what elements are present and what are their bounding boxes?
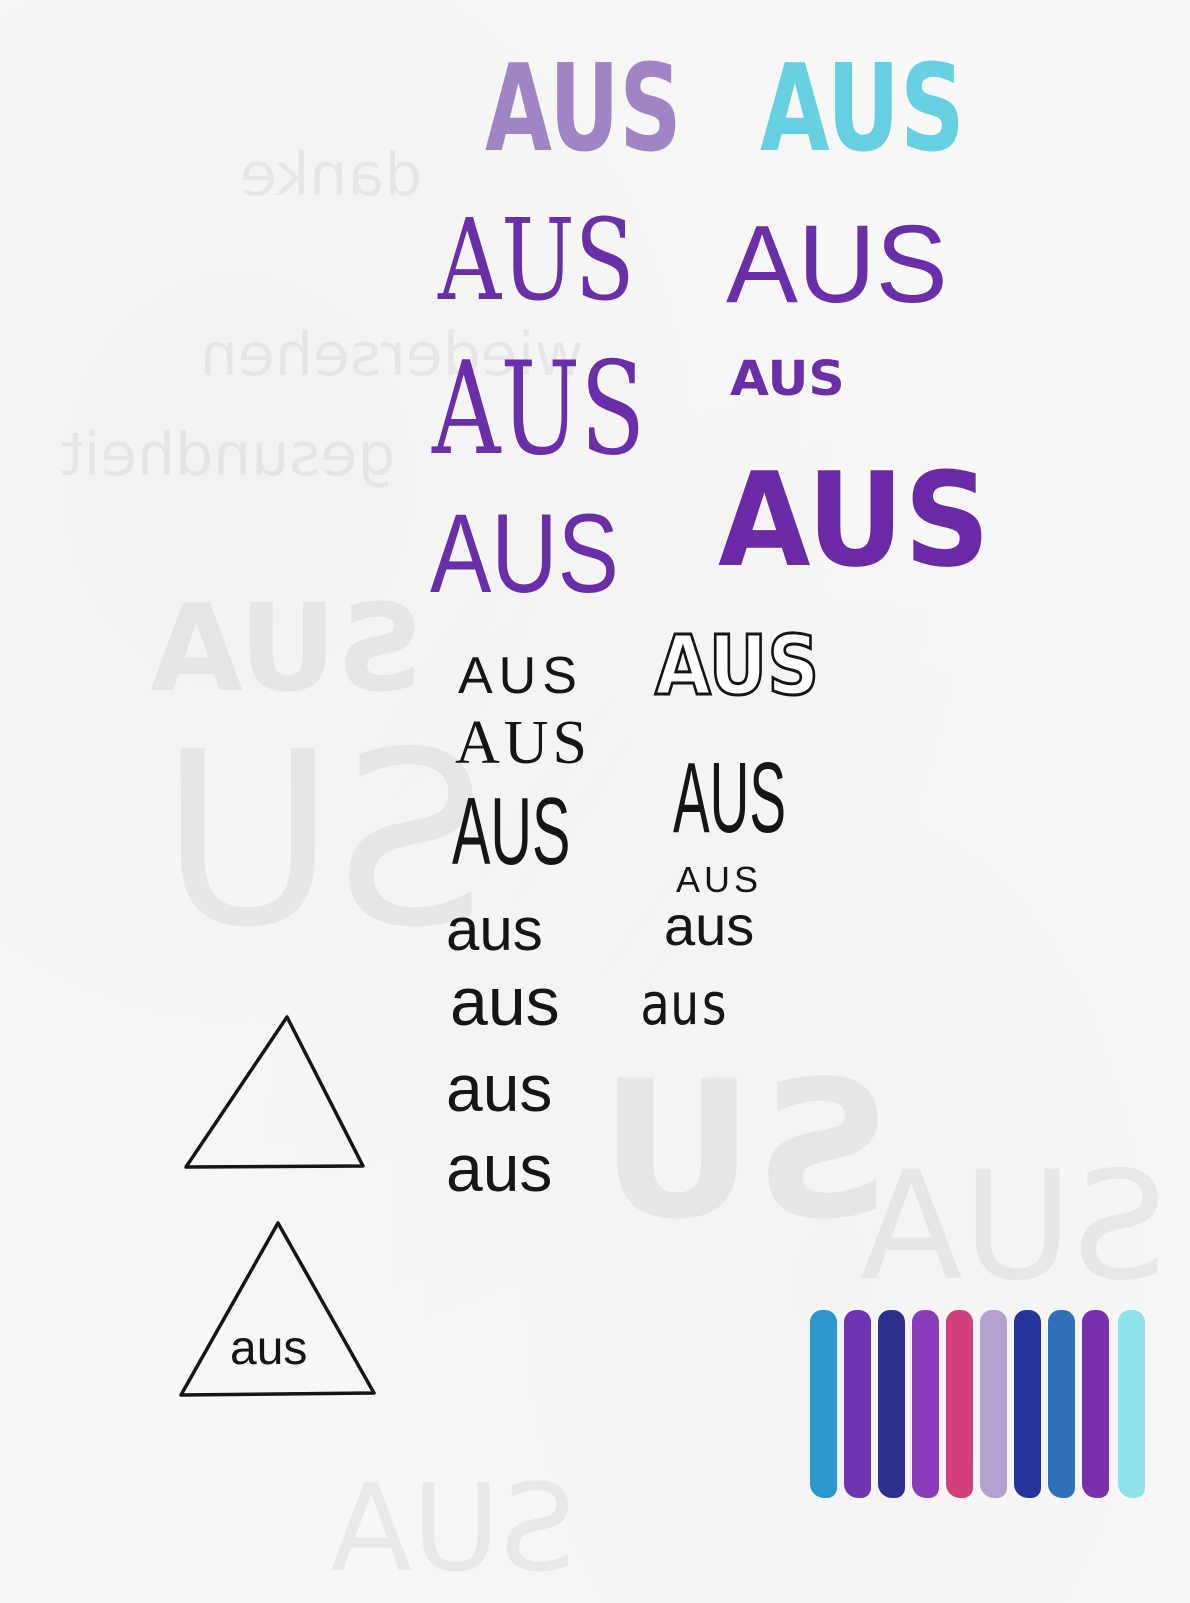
swatch-stroke [1082, 1310, 1109, 1498]
word-black-lowercase-narrow: aus [640, 970, 730, 1038]
swatch-stroke [980, 1310, 1007, 1498]
swatch-stroke [946, 1310, 973, 1498]
word-black-condensed: AUS [452, 778, 571, 885]
swatch-stroke [1118, 1310, 1145, 1498]
swatch-stroke [810, 1310, 837, 1498]
swatch-stroke [844, 1310, 871, 1498]
swatch-stroke [912, 1310, 939, 1498]
swatch-stroke [1014, 1310, 1041, 1498]
bleed-through-text: SUA [860, 1140, 1168, 1314]
word-light-purple: AUS [485, 40, 682, 179]
word-black-lowercase: aus [446, 1131, 553, 1205]
bleed-through-text: SUA [330, 1460, 577, 1599]
triangle-empty [184, 1015, 365, 1169]
word-black-lowercase: aus [446, 1051, 553, 1125]
word-purple-small: AUS [730, 351, 845, 407]
bleed-through-text: gesundheit [60, 420, 396, 490]
word-black-serif: AUS [455, 709, 592, 777]
swatch-stroke [878, 1310, 905, 1498]
word-black-lowercase: aus [664, 894, 755, 957]
word-black-outline: AUS [654, 619, 821, 714]
swatch-stroke [1048, 1310, 1075, 1498]
color-swatches [810, 1310, 1155, 1500]
bleed-through-text: SU [600, 1040, 892, 1261]
word-purple-plain: AUS [430, 491, 619, 616]
word-purple-serif: AUS [438, 196, 635, 326]
word-purple-serif-large: AUS [432, 335, 646, 484]
triangle-label: aus [230, 1322, 308, 1375]
bleed-through-text: SUA [150, 580, 424, 719]
word-light-cyan: AUS [760, 40, 965, 179]
word-purple-rounded: AUS [726, 203, 948, 326]
word-black-tiny: AUS [676, 859, 763, 900]
word-black-lowercase-wide: aus [450, 964, 560, 1040]
word-black-spaced: AUS [458, 647, 583, 705]
word-purple-bold: AUS [718, 444, 991, 596]
word-black-condensed-tall: AUS [673, 742, 787, 854]
word-black-lowercase: aus [446, 896, 543, 963]
bleed-through-text: SU [160, 700, 489, 980]
bleed-through-text: danke [240, 140, 423, 210]
